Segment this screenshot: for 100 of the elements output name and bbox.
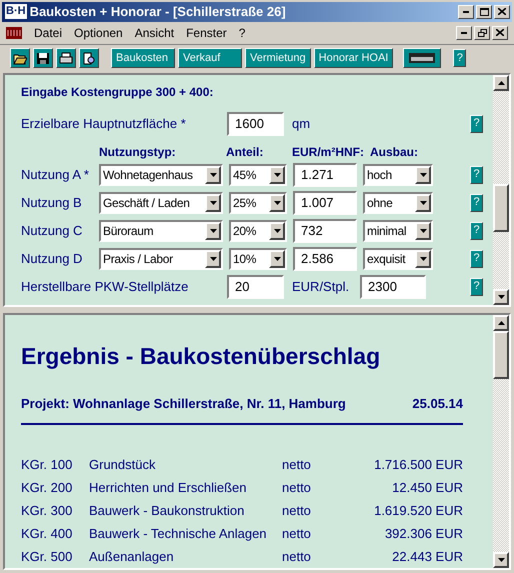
caret-icon	[274, 228, 280, 233]
unit-label: qm	[292, 114, 312, 133]
caret-icon	[420, 200, 426, 205]
close-button[interactable]	[492, 26, 508, 40]
magnifier-page-button[interactable]	[79, 48, 99, 68]
module-button[interactable]: Honorar HOAI	[314, 48, 394, 68]
folder-icon	[13, 52, 27, 65]
menu-item[interactable]: Ansicht	[134, 24, 174, 42]
table-cell-text: netto	[282, 456, 311, 474]
magnifier-page-icon	[82, 52, 96, 65]
menu-item[interactable]: Fenster	[186, 24, 227, 42]
module-button[interactable]: Verkauf	[178, 48, 242, 68]
dropdown[interactable]: 25%	[229, 192, 287, 214]
app-icon	[6, 26, 22, 39]
report-date: 25.05.14	[412, 394, 463, 412]
input-field[interactable]: 20	[227, 274, 284, 299]
input-field[interactable]: 732	[293, 218, 357, 243]
input-field[interactable]: 2.586	[293, 246, 357, 271]
dropdown[interactable]: exquisit	[363, 248, 433, 270]
dropdown[interactable]: Wohnetagenhaus	[99, 164, 223, 186]
help-button[interactable]: ?	[470, 166, 483, 184]
caret-icon	[420, 228, 426, 233]
table-cell-text: 12.450 EUR	[391, 478, 463, 497]
help-button[interactable]: ?	[470, 114, 483, 133]
floppy-disk-button[interactable]	[33, 48, 53, 68]
table-cell-text: KGr. 200	[21, 478, 74, 497]
row-label: Nutzung A *	[21, 166, 90, 184]
help-button[interactable]: ?	[453, 49, 466, 68]
dropdown[interactable]: Praxis / Labor	[99, 248, 223, 270]
column-header: Ausbau:	[370, 144, 418, 161]
dropdown[interactable]: Geschäft / Laden	[99, 192, 223, 214]
dropdown[interactable]: 45%	[229, 164, 287, 186]
dropdown[interactable]: hoch	[363, 164, 433, 186]
table-cell-text: 22.443 EUR	[391, 548, 463, 566]
table-cell-text: Bauwerk - Baukonstruktion	[89, 502, 246, 520]
dropdown[interactable]: ohne	[363, 192, 433, 214]
minimize-button[interactable]	[456, 26, 472, 40]
table-cell-text: KGr. 500	[21, 548, 74, 566]
help-button[interactable]: ?	[470, 194, 483, 212]
table-cell-text: Außenanlagen	[89, 548, 175, 566]
help-button[interactable]: ?	[470, 250, 483, 268]
column-header: Anteil:	[226, 144, 264, 161]
minimize-button[interactable]	[458, 4, 474, 19]
close-button[interactable]	[494, 4, 510, 19]
unit-label: EUR/Stpl.	[292, 278, 350, 296]
restore-button[interactable]	[474, 26, 490, 40]
caret-icon	[210, 200, 216, 205]
module-button[interactable]: Baukosten	[111, 48, 175, 68]
input-field[interactable]: 2300	[360, 274, 426, 299]
down-arrow-icon	[498, 558, 504, 562]
table-cell-text: KGr. 100	[21, 456, 74, 474]
minimize-icon	[461, 32, 467, 34]
up-arrow-icon	[498, 321, 504, 325]
maximize-icon	[480, 8, 488, 16]
dropdown[interactable]: 10%	[229, 248, 287, 270]
caret-icon	[210, 172, 216, 177]
dropdown[interactable]: 20%	[229, 220, 287, 242]
caret-icon	[274, 200, 280, 205]
scrollbar-thumb[interactable]	[493, 331, 509, 379]
table-cell-text: netto	[282, 548, 311, 566]
scrollbar-thumb[interactable]	[493, 184, 509, 232]
input-field[interactable]: 1.271	[293, 162, 357, 187]
table-cell-text: netto	[282, 524, 311, 543]
table-cell-text: 392.306 EUR	[384, 524, 463, 543]
table-cell-text: KGr. 300	[21, 502, 74, 520]
menu-item[interactable]: Datei	[34, 24, 62, 42]
printer-button[interactable]	[56, 48, 76, 68]
help-button[interactable]: ?	[470, 278, 483, 296]
input-field[interactable]: 1.007	[293, 190, 357, 215]
field-label: Erzielbare Hauptnutzfläche *	[21, 114, 187, 133]
keyboard-button[interactable]	[403, 48, 442, 68]
printer-icon	[59, 52, 73, 65]
help-button[interactable]: ?	[470, 222, 483, 240]
keyboard-icon	[409, 53, 436, 64]
result-title: Ergebnis - Baukostenüberschlag	[21, 342, 382, 371]
table-cell-text: 1.619.520 EUR	[373, 502, 463, 520]
table-cell-text: Bauwerk - Technische Anlagen	[89, 524, 268, 543]
menu-item[interactable]: ?	[238, 24, 246, 42]
up-arrow-icon	[498, 80, 504, 85]
down-arrow-icon	[498, 295, 504, 299]
dropdown[interactable]: minimal	[363, 220, 433, 242]
maximize-button[interactable]	[476, 4, 492, 19]
scrollbar[interactable]	[493, 315, 509, 568]
minimize-icon	[463, 10, 469, 13]
caret-icon	[420, 256, 426, 261]
menu-item[interactable]: Optionen	[74, 24, 123, 42]
module-button[interactable]: Vermietung	[245, 48, 311, 68]
restore-icon	[478, 28, 486, 37]
table-cell-text: netto	[282, 478, 311, 497]
table-cell-text: Grundstück	[89, 456, 156, 474]
caret-icon	[274, 256, 280, 261]
folder-button[interactable]	[10, 48, 30, 68]
dropdown[interactable]: Büroraum	[99, 220, 223, 242]
window-title: Baukosten + Honorar - [Schillerstraße 26]	[30, 3, 287, 22]
section-heading: Eingabe Kostengruppe 300 + 400:	[21, 84, 214, 101]
input-field[interactable]: 1600	[227, 112, 284, 136]
scrollbar[interactable]	[493, 74, 509, 305]
close-icon	[498, 8, 506, 16]
table-cell-text: netto	[282, 502, 311, 520]
table-cell-text: KGr. 400	[21, 524, 74, 543]
